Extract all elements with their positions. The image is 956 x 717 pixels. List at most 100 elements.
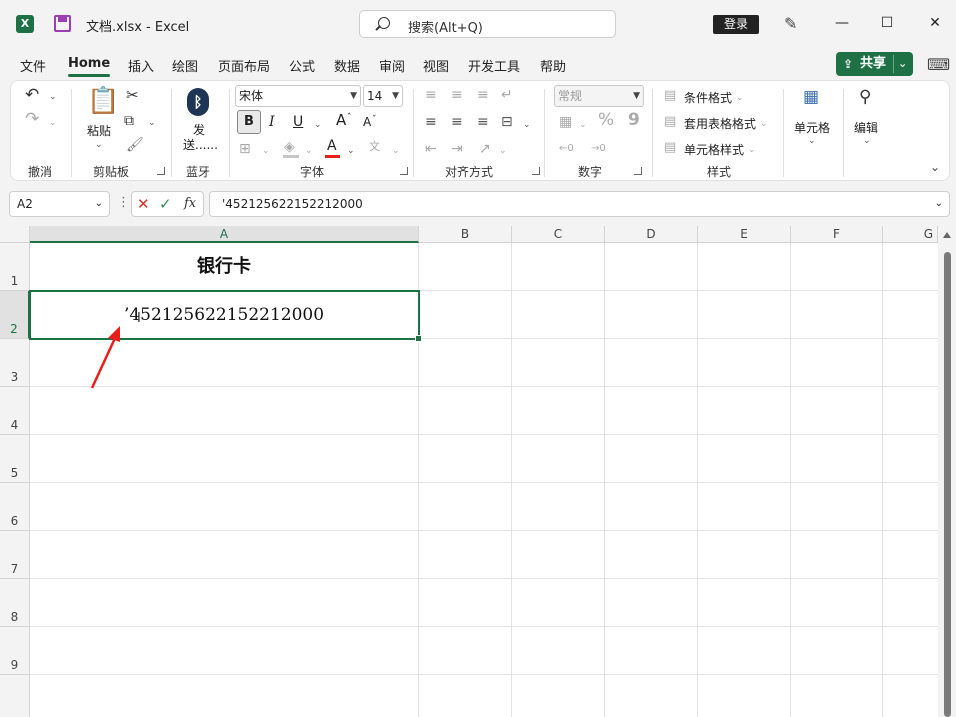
format-as-table-button[interactable]: 套用表格格式 [684,115,756,132]
fill-color-dropdown-icon[interactable]: ⌄ [305,143,313,159]
worksheet-grid[interactable]: A B C D E F G 1 2 3 4 5 6 7 8 9 银行卡 ’452… [0,226,956,717]
search-box[interactable]: 搜索(Alt+Q) [359,10,616,38]
scrollbar-thumb[interactable] [944,252,951,717]
tab-file[interactable]: 文件 [20,56,46,75]
comments-icon[interactable]: ⌨ [927,55,950,74]
wrap-text-icon[interactable]: ↵ [501,87,513,103]
undo-icon[interactable]: ↶ [25,87,39,104]
percent-style-button[interactable]: % [598,112,614,129]
tab-developer[interactable]: 开发工具 [468,56,520,75]
clipboard-launcher-icon[interactable] [157,167,165,175]
phonetic-icon[interactable]: 文 [369,139,380,155]
increase-indent-icon[interactable]: ⇥ [451,141,463,157]
tab-insert[interactable]: 插入 [128,56,154,75]
minimize-button[interactable]: — [831,12,853,34]
bluetooth-send-label-2[interactable]: 送...... [183,136,218,153]
align-center-icon[interactable]: ≡ [451,114,463,130]
borders-icon[interactable]: ⊞ [239,141,251,157]
scroll-up-icon[interactable] [943,232,951,238]
align-left-icon[interactable]: ≡ [425,114,437,130]
tab-review[interactable]: 审阅 [379,56,405,75]
insert-function-icon[interactable]: fx [184,196,196,212]
group-separator [413,89,414,177]
undo-dropdown-icon[interactable]: ⌄ [49,89,57,105]
format-table-dropdown-icon[interactable]: ⌄ [760,116,768,132]
tab-page-layout[interactable]: 页面布局 [218,56,270,75]
chevron-down-icon[interactable]: ⌄ [898,52,907,76]
name-box[interactable]: A2 ⌄ [9,191,110,217]
tab-view[interactable]: 视图 [423,56,449,75]
confirm-entry-icon[interactable]: ✓ [159,196,172,212]
align-right-icon[interactable]: ≡ [477,114,489,130]
cut-icon[interactable]: ✂ [126,87,139,103]
orientation-icon[interactable]: ↗ [479,141,491,157]
align-bottom-icon[interactable]: ≡ [477,87,489,103]
number-format-combo[interactable]: 常规 ▼ [554,85,644,107]
fill-color-icon[interactable]: ◈ [284,139,295,155]
accounting-format-icon[interactable]: ▦ [559,114,572,130]
italic-button[interactable]: I [269,114,275,130]
cancel-entry-icon[interactable]: ✕ [137,196,150,212]
redo-dropdown-icon[interactable]: ⌄ [49,115,57,131]
tab-data[interactable]: 数据 [334,56,360,75]
accounting-dropdown-icon[interactable]: ⌄ [579,117,587,133]
font-launcher-icon[interactable] [400,167,408,175]
grow-font-button[interactable]: A [336,112,346,128]
borders-dropdown-icon[interactable]: ⌄ [262,143,270,159]
cells-dropdown-icon[interactable]: ⌄ [808,133,816,149]
copy-icon[interactable]: ⧉ [124,113,134,129]
cell-styles-button[interactable]: 单元格样式 [684,141,744,158]
copy-dropdown-icon[interactable]: ⌄ [148,115,156,131]
bluetooth-icon[interactable]: ᛒ [187,88,209,116]
underline-button[interactable]: U [293,114,303,130]
bold-button[interactable]: B [237,110,261,134]
editing-dropdown-icon[interactable]: ⌄ [863,133,871,149]
font-name-combo[interactable]: 宋体 ▼ [235,85,361,107]
font-size-combo[interactable]: 14 ▼ [363,85,403,107]
align-middle-icon[interactable]: ≡ [451,87,463,103]
increase-decimal-icon[interactable]: ←0 [559,141,574,157]
align-top-icon[interactable]: ≡ [425,87,437,103]
format-painter-icon[interactable]: 🖌 [126,137,144,153]
decrease-indent-icon[interactable]: ⇤ [425,141,437,157]
cells-icon[interactable]: ▦ [803,89,819,106]
phonetic-dropdown-icon[interactable]: ⌄ [392,143,400,159]
alignment-launcher-icon[interactable] [532,167,540,175]
merge-center-icon[interactable]: ⊟ [501,114,513,130]
formula-value: '452125622152212000 [222,197,363,211]
orientation-dropdown-icon[interactable]: ⌄ [499,143,507,159]
group-separator [229,89,230,177]
edit-search-icon[interactable]: ⚲ [859,89,871,106]
more-options-icon[interactable]: ⋮ [117,195,130,211]
font-color-dropdown-icon[interactable]: ⌄ [347,143,355,159]
formula-input[interactable]: '452125622152212000 ⌄ [209,191,950,217]
shrink-font-button[interactable]: A [363,114,371,130]
tab-home[interactable]: Home [68,56,111,77]
merge-dropdown-icon[interactable]: ⌄ [523,117,531,133]
font-color-button[interactable]: A [327,138,337,154]
cell-styles-dropdown-icon[interactable]: ⌄ [748,142,756,158]
tab-draw[interactable]: 绘图 [172,56,198,75]
conditional-format-button[interactable]: 条件格式 [684,89,732,106]
paste-dropdown-icon[interactable]: ⌄ [95,137,103,153]
redo-icon[interactable]: ↷ [25,111,39,128]
paste-icon[interactable]: 📋 [87,87,119,115]
ribbon-collapse-icon[interactable]: ⌄ [930,159,940,175]
tab-help[interactable]: 帮助 [540,56,566,75]
tab-formulas[interactable]: 公式 [289,56,315,75]
maximize-button[interactable]: ☐ [876,12,898,34]
share-button[interactable]: 共享 ⌄ [836,52,913,76]
conditional-dropdown-icon[interactable]: ⌄ [736,90,744,106]
number-launcher-icon[interactable] [634,167,642,175]
decrease-decimal-icon[interactable]: →0 [591,141,606,157]
close-button[interactable]: ✕ [924,12,946,34]
login-button[interactable]: 登录 [713,15,759,34]
comma-style-button[interactable]: 9 [628,112,640,129]
group-separator [843,89,844,177]
designer-pen-icon[interactable]: ✎ [784,14,797,33]
save-icon[interactable] [54,15,71,32]
vertical-scrollbar[interactable] [938,226,956,717]
underline-dropdown-icon[interactable]: ⌄ [314,117,322,133]
expand-formula-icon[interactable]: ⌄ [935,192,943,216]
title-bar: X 文档.xlsx - Excel 搜索(Alt+Q) 登录 ✎ — ☐ ✕ [0,0,956,48]
